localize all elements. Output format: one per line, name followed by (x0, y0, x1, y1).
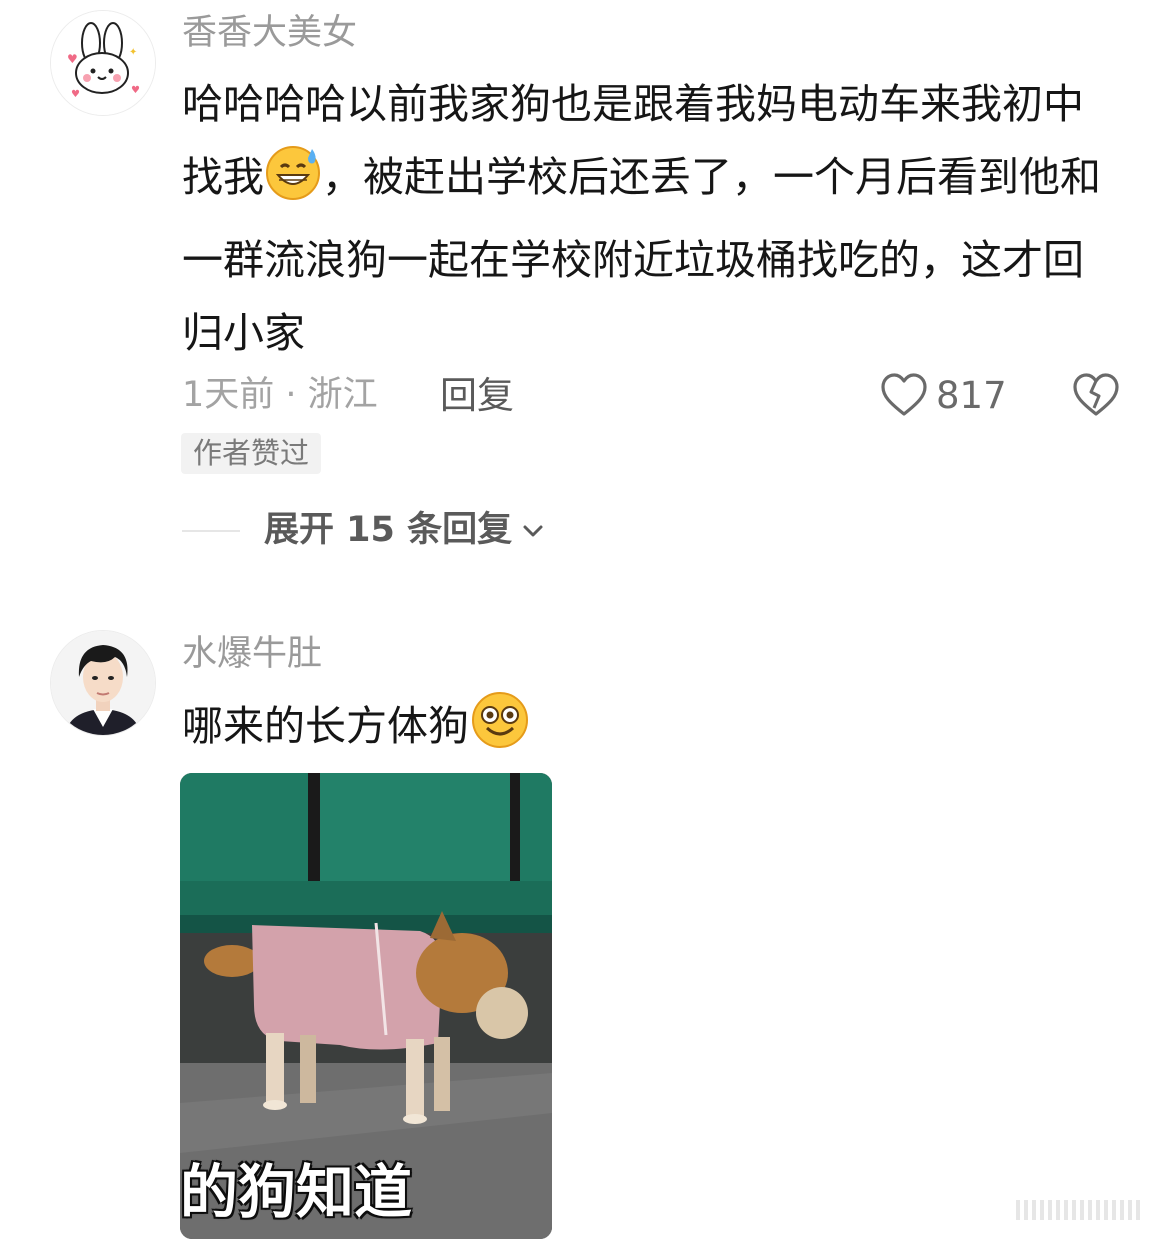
dislike-button[interactable] (1072, 372, 1120, 422)
like-button[interactable]: 817 (880, 372, 1007, 418)
reply-button[interactable]: 回复 (440, 377, 514, 414)
comment-username[interactable]: 水爆牛肚 (182, 637, 322, 672)
comment-text-body: 哪来的长方体狗 (182, 702, 469, 750)
heart-icon (881, 373, 927, 416)
bunny-avatar-icon: ♥ ✦ ♥ ♥ (51, 11, 155, 115)
watermark-icon (1016, 1196, 1156, 1228)
commenter-avatar[interactable]: ♥ ✦ ♥ ♥ (50, 10, 156, 116)
comment-username[interactable]: 香香大美女 (182, 16, 357, 51)
commenter-avatar[interactable] (50, 630, 156, 736)
expand-replies-label: 展开 15 条回复 (264, 510, 513, 550)
svg-text:✦: ✦ (129, 47, 137, 58)
expand-divider (182, 530, 240, 532)
broken-heart-icon (1073, 373, 1119, 416)
comment-image[interactable]: 的狗知道 (180, 773, 552, 1239)
comment-meta: 1天前 · 浙江 (182, 375, 378, 415)
image-caption: 的狗知道 (180, 1158, 413, 1226)
svg-text:♥: ♥ (71, 89, 80, 100)
person-avatar-icon (51, 631, 155, 735)
smiling-emoji-icon (469, 688, 531, 773)
comment-text: 哈哈哈哈以前我家狗也是跟着我妈电动车来我初中找我 ，被赶出学校后还丢了，一个月后… (182, 68, 1122, 370)
expand-replies-button[interactable]: 展开 15 条回复 (264, 513, 546, 548)
comment-text: 哪来的长方体狗 (182, 688, 1122, 773)
grin-sweat-emoji-icon (264, 143, 322, 224)
author-liked-badge: 作者赞过 (181, 433, 322, 474)
like-count: 817 (936, 373, 1007, 417)
svg-text:♥: ♥ (131, 85, 140, 96)
svg-text:♥: ♥ (67, 52, 78, 66)
chevron-down-icon (523, 525, 543, 536)
